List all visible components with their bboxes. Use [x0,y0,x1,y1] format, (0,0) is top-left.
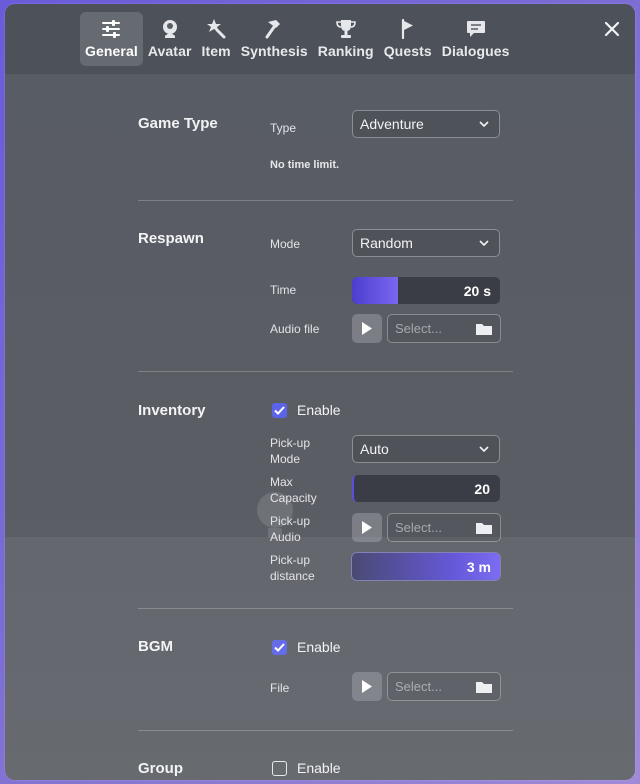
play-icon [362,521,372,534]
settings-window: General Avatar Item Synthesis Ranking Qu… [5,4,635,780]
tab-bar: General Avatar Item Synthesis Ranking Qu… [5,4,635,74]
label-line: distance [270,569,315,583]
tab-ranking[interactable]: Ranking [313,12,379,66]
enable-label: Enable [297,760,341,776]
section-title: Respawn [138,230,204,247]
max-capacity-value: 20 [474,481,490,497]
folder-icon[interactable] [475,680,493,694]
tabs: General Avatar Item Synthesis Ranking Qu… [80,12,515,68]
time-slider[interactable]: 20 s [352,277,500,304]
game-type-note: No time limit. [270,159,340,171]
checkbox[interactable] [272,639,287,655]
tab-item[interactable]: Item [197,12,236,66]
tab-label: Synthesis [240,43,308,59]
play-button[interactable] [352,513,382,542]
label-line: Mode [270,452,301,466]
checkbox[interactable] [272,760,287,776]
audio-file-placeholder: Select... [395,321,442,336]
tab-avatar[interactable]: Avatar [143,12,197,66]
tab-label: Item [201,43,231,59]
mode-value: Random [360,235,413,251]
pickup-audio-placeholder: Select... [395,520,442,535]
label-line: Audio [270,530,301,544]
audio-file-field[interactable]: Select... [387,314,501,343]
section-title: Inventory [138,402,206,419]
pickup-distance-label: Pick-up distance [270,552,315,584]
slider-fill [352,277,398,304]
group-enable-checkbox[interactable]: Enable [272,760,341,776]
type-select[interactable]: Adventure [352,110,500,138]
pickup-mode-label: Pick-up Mode [270,435,310,467]
folder-icon[interactable] [475,521,493,535]
tab-quests[interactable]: Quests [379,12,437,66]
enable-label: Enable [297,402,341,418]
avatar-icon [162,20,177,38]
flag-icon [401,18,413,40]
tab-label: Ranking [317,43,374,59]
label-line: Pick-up [270,553,311,567]
chevron-down-icon [479,446,489,453]
bgm-enable-checkbox[interactable]: Enable [272,639,341,655]
trophy-icon [335,20,356,38]
chevron-down-icon [479,240,489,247]
play-button[interactable] [352,672,382,701]
section-title: Game Type [138,115,218,132]
divider [138,608,513,609]
pickup-audio-field[interactable]: Select... [387,513,501,542]
play-icon [362,322,372,335]
chevron-down-icon [479,121,489,128]
pickup-distance-slider[interactable]: 3 m [352,553,500,580]
play-button[interactable] [352,314,382,343]
divider [138,200,513,201]
pickup-mode-select[interactable]: Auto [352,435,500,463]
label-line: Pick-up [270,514,311,528]
pickup-mode-value: Auto [360,441,389,457]
section-title: BGM [138,638,173,655]
section-title: Group [138,760,183,777]
bgm-file-field[interactable]: Select... [387,672,501,701]
file-label: File [270,681,290,695]
label-line: Pick-up [270,436,311,450]
tab-general[interactable]: General [80,12,143,66]
sliders-icon [102,20,121,38]
play-icon [362,680,372,693]
hammer-icon [265,20,281,39]
time-value: 20 s [463,283,491,299]
divider [138,371,513,372]
magic-wand-icon [207,19,226,39]
type-value: Adventure [360,116,424,132]
divider [138,730,513,731]
tab-synthesis[interactable]: Synthesis [236,12,313,66]
pickup-audio-label: Pick-up Audio [270,513,310,545]
audio-file-label: Audio file [270,322,320,336]
folder-icon[interactable] [475,322,493,336]
tab-label: Dialogues [441,43,510,59]
mode-select[interactable]: Random [352,229,500,257]
checkmark-icon [274,642,285,652]
bgm-file-placeholder: Select... [395,679,442,694]
checkmark-icon [274,405,285,415]
tab-label: Avatar [147,43,192,59]
close-icon[interactable] [603,20,621,38]
enable-label: Enable [297,639,341,655]
tab-label: General [85,43,138,59]
checkbox[interactable] [272,402,287,418]
mode-label: Mode [270,237,301,251]
label-line: Max [270,475,293,489]
pickup-distance-value: 3 m [466,559,491,575]
time-label: Time [270,283,297,297]
inventory-enable-checkbox[interactable]: Enable [272,402,341,418]
label-line: Capacity [270,491,317,505]
type-label: Type [270,121,297,135]
tab-label: Quests [383,43,432,59]
chat-bubble-icon [466,21,485,37]
max-capacity-label: Max Capacity [270,474,317,506]
max-capacity-input[interactable]: 20 [352,475,500,502]
tab-dialogues[interactable]: Dialogues [437,12,515,66]
